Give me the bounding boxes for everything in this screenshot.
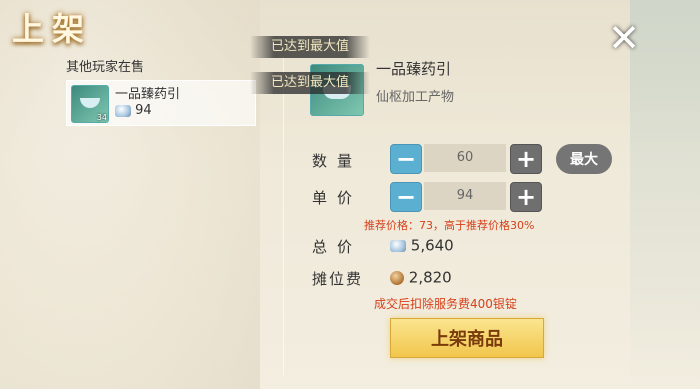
seller-item-name: 一品臻药引 — [115, 87, 181, 102]
unit-price-label: 单价 — [312, 189, 363, 207]
price-minus-button[interactable]: − — [390, 182, 422, 212]
page-title: 上架 — [12, 10, 93, 48]
total-price-label: 总价 — [312, 238, 363, 256]
price-plus-button[interactable]: + — [510, 182, 542, 212]
stall-fee-value: 2,820 — [390, 268, 452, 287]
list-item-button[interactable]: 上架商品 — [390, 318, 544, 358]
recommend-price-hint: 推荐价格：73，高于推荐价格30% — [364, 219, 535, 232]
silver-ingot-icon — [115, 104, 131, 117]
close-icon: ✕ — [608, 16, 640, 60]
quantity-input[interactable]: 60 — [424, 144, 506, 172]
silver-ingot-icon — [390, 239, 406, 252]
product-subtitle: 仙枢加工产物 — [376, 90, 455, 105]
service-fee-note: 成交后扣除服务费400银锭 — [374, 297, 517, 311]
price-input[interactable]: 94 — [424, 182, 506, 210]
seller-item-price: 94 — [115, 103, 152, 118]
close-button[interactable]: ✕ — [602, 18, 646, 58]
divider — [283, 56, 284, 376]
quantity-minus-button[interactable]: − — [390, 144, 422, 174]
other-sellers-label: 其他玩家在售 — [66, 60, 145, 75]
quantity-plus-button[interactable]: + — [510, 144, 542, 174]
product-name: 一品臻药引 — [376, 60, 452, 78]
copper-coin-icon — [390, 270, 404, 285]
max-button[interactable]: 最大 — [556, 144, 612, 174]
toast-max-reached: 已达到最大值 — [250, 72, 370, 94]
total-price-value: 5,640 — [390, 236, 454, 255]
stall-fee-label: 摊位费 — [312, 270, 364, 288]
quantity-label: 数量 — [312, 152, 363, 170]
toast-max-reached: 已达到最大值 — [250, 36, 370, 58]
item-qty-badge: 34 — [96, 113, 107, 122]
seller-list-item[interactable]: 34 一品臻药引 94 — [66, 80, 256, 126]
medicine-bowl-icon: 34 — [71, 85, 109, 123]
